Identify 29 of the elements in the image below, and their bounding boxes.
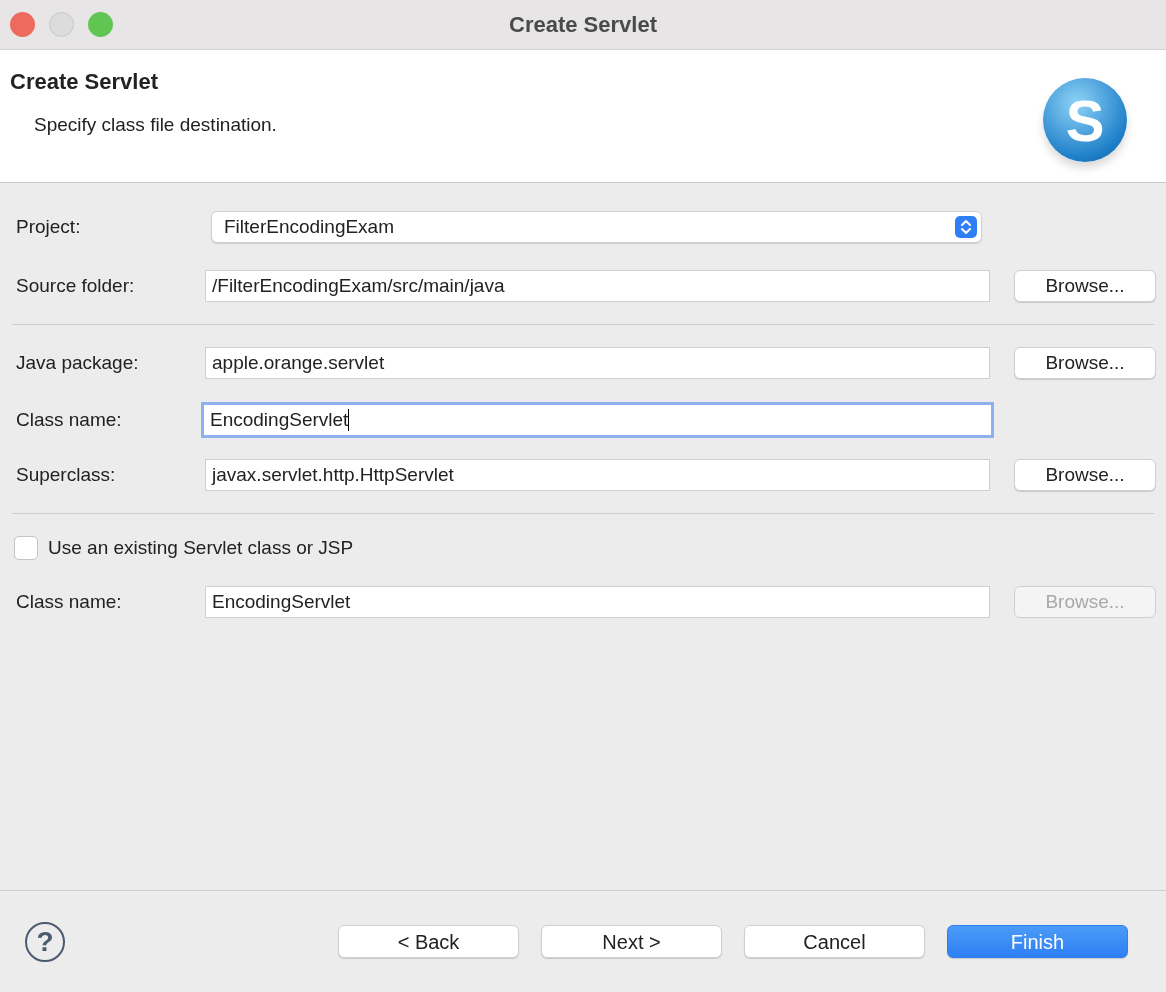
- field-label: Project:: [16, 214, 82, 239]
- text-field[interactable]: apple.orange.servlet: [205, 347, 990, 379]
- field-label: Class name:: [16, 589, 123, 614]
- text-field[interactable]: javax.servlet.http.HttpServlet: [205, 459, 990, 491]
- dialog-description: Specify class file destination.: [34, 113, 277, 137]
- text-field[interactable]: EncodingServlet: [205, 586, 990, 618]
- checkbox-label: Use an existing Servlet class or JSP: [48, 535, 354, 560]
- close-window-button[interactable]: [10, 12, 35, 37]
- field-label: Superclass:: [16, 462, 117, 487]
- dialog-button[interactable]: < Back: [338, 925, 519, 958]
- logo-icon: S: [1043, 78, 1127, 162]
- field-label: Class name:: [16, 407, 123, 432]
- browse-button[interactable]: Browse...: [1014, 459, 1156, 491]
- minimize-window-button[interactable]: [49, 12, 74, 37]
- browse-button[interactable]: Browse...: [1014, 270, 1156, 302]
- field-label: Java package:: [16, 350, 140, 375]
- zoom-window-button[interactable]: [88, 12, 113, 37]
- browse-button[interactable]: Browse...: [1014, 347, 1156, 379]
- dropdown-arrows-icon: [955, 216, 977, 238]
- field-label: Source folder:: [16, 273, 136, 298]
- text-field[interactable]: /FilterEncodingExam/src/main/java: [205, 270, 990, 302]
- help-button[interactable]: ?: [25, 921, 65, 962]
- project-dropdown[interactable]: FilterEncodingExam: [211, 211, 982, 243]
- dialog-title: Create Servlet: [10, 68, 158, 96]
- window-title: Create Servlet: [509, 12, 657, 37]
- checkbox[interactable]: [14, 536, 38, 560]
- dialog-button[interactable]: Next >: [541, 925, 722, 958]
- text-field[interactable]: EncodingServlet: [201, 402, 994, 438]
- dialog-button[interactable]: Cancel: [744, 925, 925, 958]
